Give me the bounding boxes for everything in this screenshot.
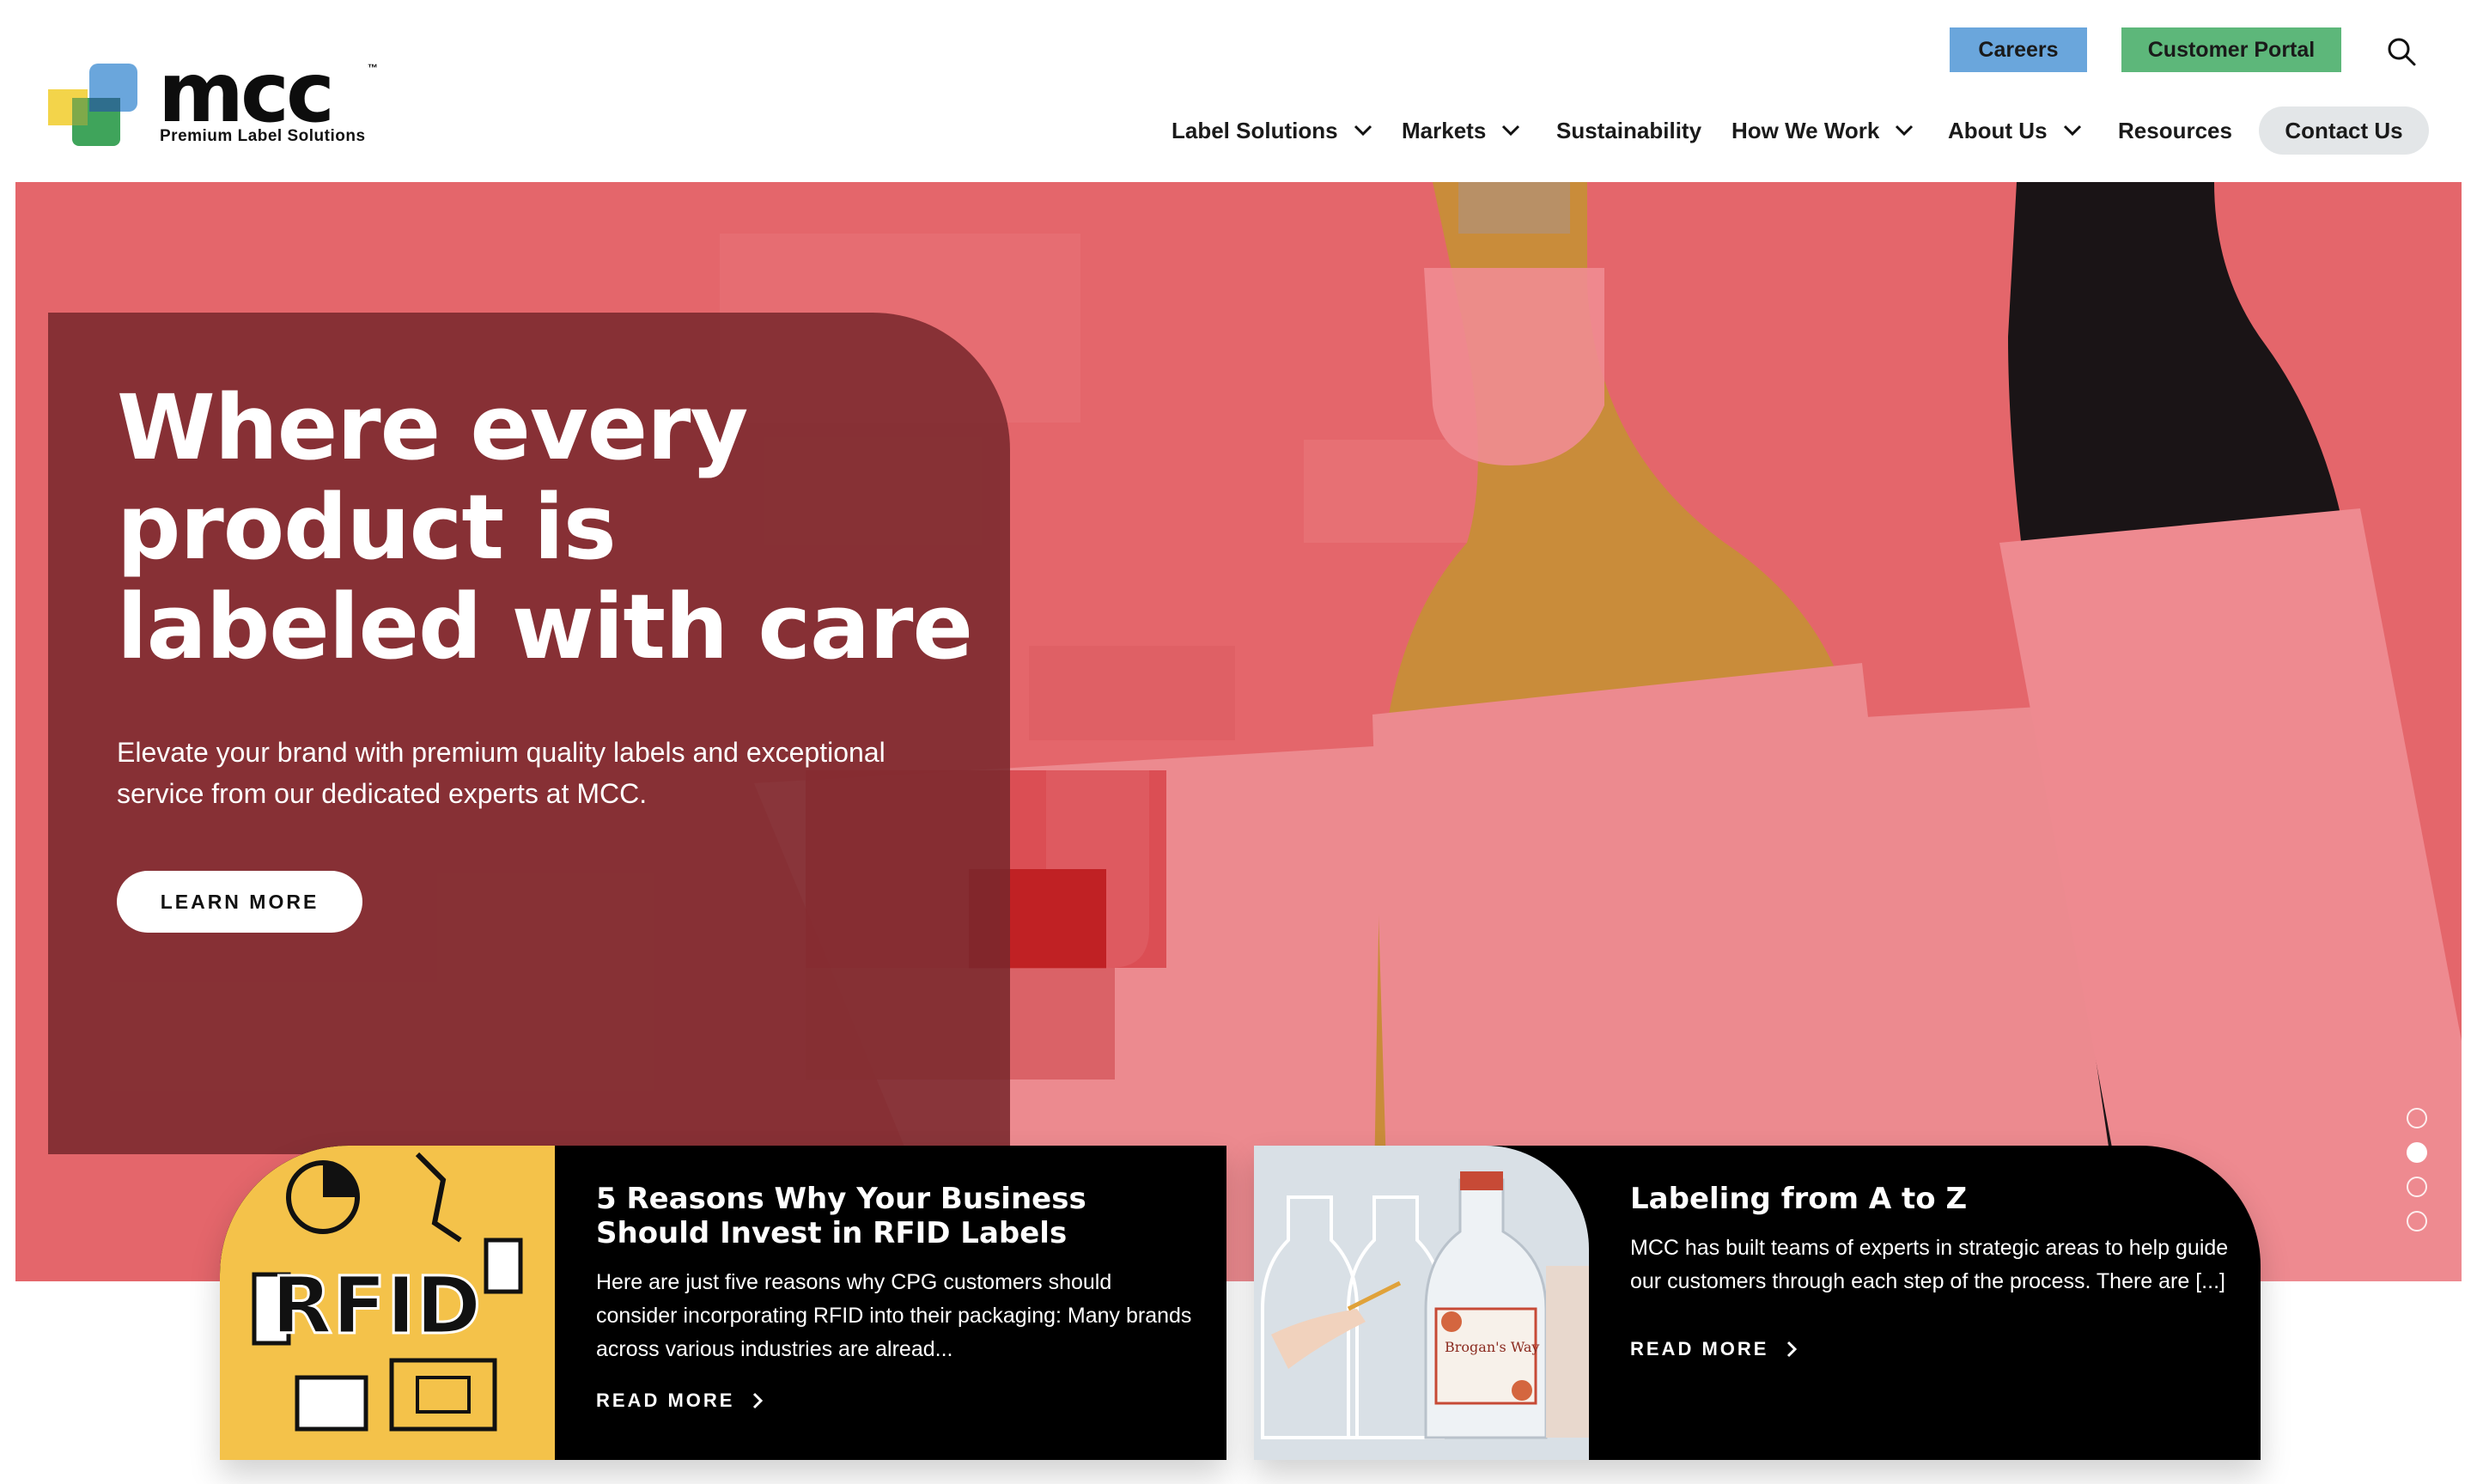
hero-banner: Where every product is labeled with care… (15, 182, 2462, 1281)
card-excerpt: Here are just five reasons why CPG custo… (596, 1270, 1192, 1361)
slider-dot-active[interactable] (2407, 1142, 2427, 1163)
slider-dot[interactable] (2407, 1211, 2427, 1232)
chevron-down-icon (2063, 125, 2081, 137)
site-header: mcc ™ Premium Label Solutions Careers Cu… (0, 0, 2477, 182)
read-more-label: READ MORE (596, 1390, 735, 1411)
nav-item-label: Resources (2118, 117, 2232, 143)
slider-dots (2405, 1108, 2431, 1237)
read-more-label: READ MORE (1630, 1338, 1769, 1359)
nav-item-about-us[interactable]: About Us (1948, 106, 2082, 155)
rfid-illustration-graphic: RFID (220, 1146, 555, 1460)
card-title[interactable]: 5 Reasons Why Your Business Should Inves… (596, 1182, 1197, 1250)
card-excerpt: MCC has built teams of experts in strate… (1630, 1236, 2229, 1293)
nav-item-how-we-work[interactable]: How We Work (1731, 106, 1914, 155)
rfid-illustration: RFID (220, 1146, 555, 1460)
label-design-illustration: Brogan's Way (1254, 1146, 1589, 1460)
nav-item-label: Label Solutions (1172, 117, 1338, 143)
card-title[interactable]: Labeling from A to Z (1630, 1182, 2231, 1216)
slider-dot[interactable] (2407, 1177, 2427, 1197)
nav-item-label: Sustainability (1556, 117, 1702, 143)
hero-subtitle: Elevate your brand with premium quality … (117, 737, 886, 809)
article-card-rfid[interactable]: RFID 5 Reasons Why Your Business Should … (220, 1146, 1226, 1460)
rfid-image-text: RFID (271, 1260, 481, 1352)
nav-item-markets[interactable]: Markets (1402, 106, 1520, 155)
article-card-labeling[interactable]: Brogan's Way Labeling from A to Z MCC ha… (1254, 1146, 2261, 1460)
chevron-down-icon (1502, 125, 1520, 137)
contact-us-button[interactable]: Contact Us (2259, 106, 2429, 155)
learn-more-button[interactable]: LEARN MORE (117, 871, 362, 933)
read-more-link[interactable]: READ MORE (596, 1390, 764, 1412)
customer-portal-button[interactable]: Customer Portal (2121, 27, 2341, 72)
bottle-label-text: Brogan's Way (1445, 1339, 1539, 1355)
nav-item-label: About Us (1948, 117, 2048, 143)
chevron-down-icon (1896, 125, 1914, 137)
label-design-graphic: Brogan's Way (1254, 1146, 1589, 1460)
nav-item-label-solutions[interactable]: Label Solutions (1172, 106, 1372, 155)
hero-title: Where every product is labeled with care (117, 375, 973, 679)
main-nav: Label Solutions Markets Sustainability H… (0, 106, 2477, 155)
slider-dot[interactable] (2407, 1108, 2427, 1128)
nav-item-label: How We Work (1731, 117, 1880, 143)
chevron-right-icon (753, 1392, 764, 1409)
nav-item-sustainability[interactable]: Sustainability (1556, 106, 1701, 155)
nav-item-resources[interactable]: Resources (2118, 106, 2232, 155)
careers-button[interactable]: Careers (1950, 27, 2087, 72)
read-more-link[interactable]: READ MORE (1630, 1338, 1798, 1360)
chevron-down-icon (1354, 125, 1372, 137)
chevron-right-icon (1787, 1341, 1798, 1358)
search-icon[interactable] (2386, 36, 2417, 67)
trademark-symbol: ™ (368, 62, 378, 74)
nav-item-label: Markets (1402, 117, 1487, 143)
